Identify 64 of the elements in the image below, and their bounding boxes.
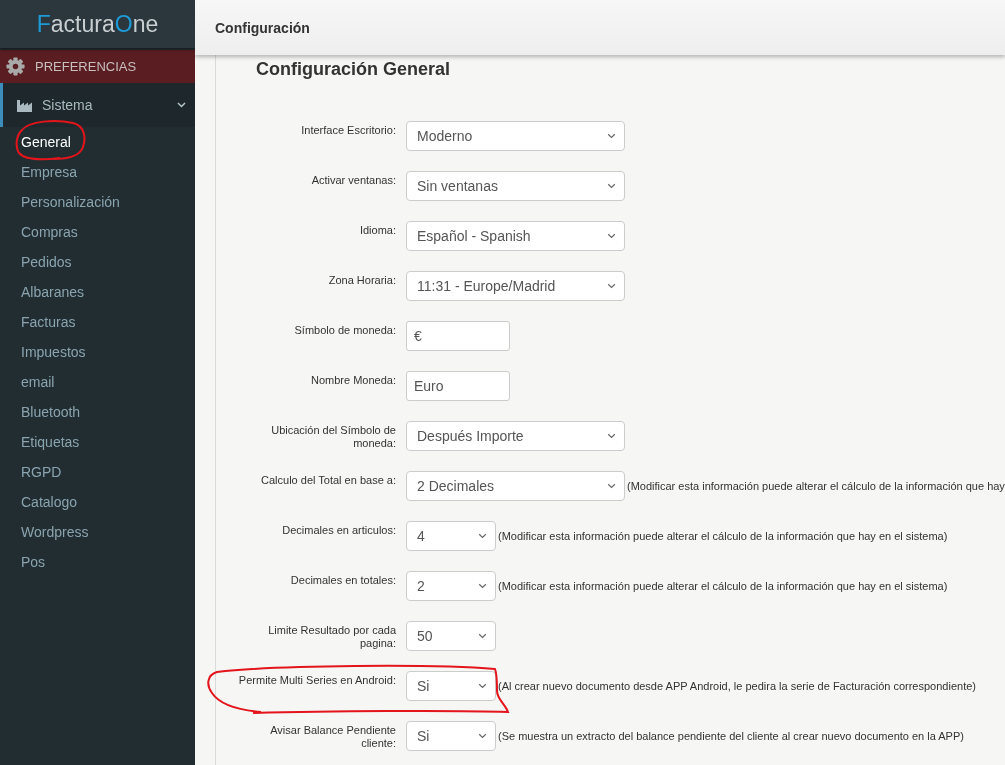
sidebar-item[interactable]: General	[0, 127, 195, 157]
sidebar-item[interactable]: Bluetooth	[0, 397, 195, 427]
text-field[interactable]: €	[406, 321, 510, 351]
chevron-down-icon	[607, 183, 616, 189]
gear-icon	[6, 57, 25, 76]
field-label: Avisar Balance Pendiente cliente:	[269, 723, 396, 750]
text-field[interactable]: Euro	[406, 371, 510, 401]
dropdown[interactable]: Si	[406, 721, 496, 751]
section-title: PREFERENCIAS	[35, 59, 137, 74]
chevron-down-icon	[607, 233, 616, 239]
dropdown[interactable]: 2 Decimales	[406, 471, 625, 501]
field-note: (Modificar esta información puede alterar el cálculo de la información que hay en el sistema)	[498, 580, 948, 592]
logo: FacturaOne	[0, 0, 195, 48]
field-note: (Se muestra un extracto del balance pendiente del cliente al crear nuevo documento en la APP)	[498, 730, 964, 742]
sidebar-item[interactable]: Albaranes	[0, 277, 195, 307]
chevron-down-icon	[478, 733, 487, 739]
field-label: Idioma:	[358, 223, 396, 237]
chevron-down-icon	[478, 533, 487, 539]
field-label: Limite Resultado por cada pagina:	[267, 623, 396, 650]
field-note: (Modificar esta información puede alterar el cálculo de la información que hay en el sistema)	[498, 530, 948, 542]
sidebar-item[interactable]: Pos	[0, 547, 195, 577]
sidebar-item[interactable]: Empresa	[0, 157, 195, 187]
sidebar-item[interactable]: Pedidos	[0, 247, 195, 277]
dropdown[interactable]: Moderno	[406, 121, 625, 151]
dropdown[interactable]: 2	[406, 571, 496, 601]
factory-icon	[17, 98, 32, 112]
section-heading: Configuración General	[256, 59, 452, 80]
dropdown[interactable]: Si	[406, 671, 496, 701]
field-note: (Al crear nuevo documento desde APP Android, le pedira la serie de Facturación correspondiente)	[498, 680, 976, 692]
dropdown[interactable]: 50	[406, 621, 496, 651]
chevron-down-icon	[478, 633, 487, 639]
sidebar-item[interactable]: Etiquetas	[0, 427, 195, 457]
field-label: Símbolo de moneda:	[293, 323, 396, 337]
field-label: Permite Multi Series en Android:	[237, 673, 396, 687]
chevron-down-icon	[607, 133, 616, 139]
sidebar-item[interactable]: Facturas	[0, 307, 195, 337]
dropdown[interactable]: 4	[406, 521, 496, 551]
sidebar-item[interactable]: Personalización	[0, 187, 195, 217]
page-title: Configuración	[215, 19, 310, 36]
chevron-down-icon	[607, 483, 616, 489]
sidebar-item[interactable]: Catalogo	[0, 487, 195, 517]
field-label: Decimales en totales:	[289, 573, 396, 587]
field-label: Calculo del Total en base a:	[260, 473, 396, 487]
dropdown[interactable]: Español - Spanish	[406, 221, 625, 251]
chevron-down-icon	[478, 583, 487, 589]
chevron-down-icon	[607, 283, 616, 289]
dropdown[interactable]: Después Importe	[406, 421, 625, 451]
field-label: Interface Escritorio:	[300, 123, 396, 137]
chevron-down-icon	[478, 683, 487, 689]
field-label: Activar ventanas:	[310, 173, 396, 187]
field-note: (Modificar esta información puede alterar el cálculo de la información que hay	[627, 480, 1005, 492]
sidebar-item[interactable]: Impuestos	[0, 337, 195, 367]
field-label: Zona Horaria:	[327, 273, 396, 287]
field-label: Ubicación del Símbolo de moneda:	[270, 423, 396, 450]
sidebar-item[interactable]: Wordpress	[0, 517, 195, 547]
sidebar-item[interactable]: email	[0, 367, 195, 397]
field-label: Decimales en articulos:	[281, 523, 396, 537]
field-label: Nombre Moneda:	[310, 373, 396, 387]
chevron-down-icon	[607, 433, 616, 439]
sidebar-menu-item[interactable]: Sistema	[0, 83, 195, 127]
sidebar-item[interactable]: Compras	[0, 217, 195, 247]
dropdown[interactable]: 11:31 - Europe/Madrid	[406, 271, 625, 301]
sidebar-item[interactable]: RGPD	[0, 457, 195, 487]
dropdown[interactable]: Sin ventanas	[406, 171, 625, 201]
